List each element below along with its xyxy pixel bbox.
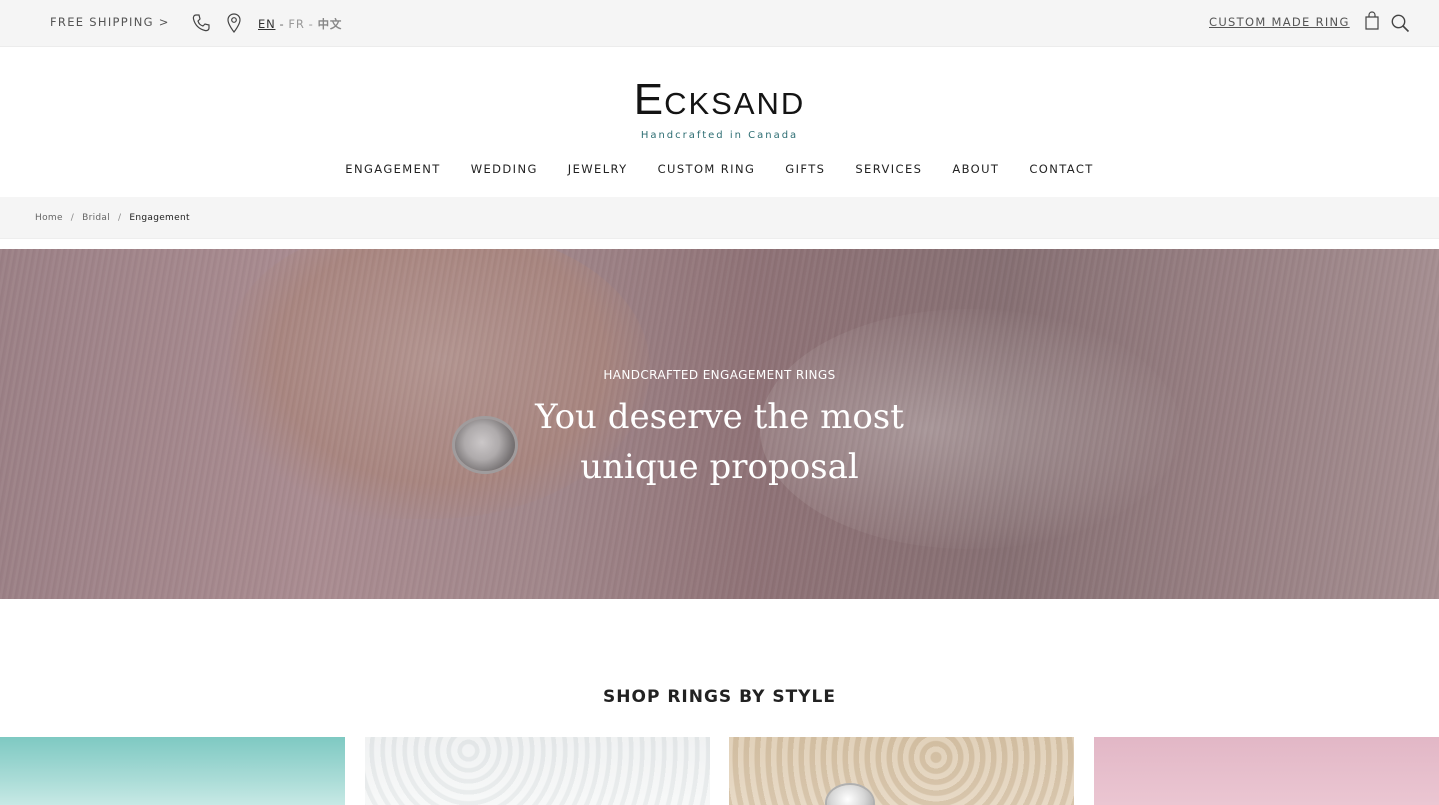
nav-services[interactable]: SERVICES: [840, 162, 937, 176]
style-tile[interactable]: [365, 737, 710, 805]
breadcrumb-home[interactable]: Home: [35, 213, 63, 223]
tile-texture: [365, 737, 710, 805]
phone-icon[interactable]: [190, 12, 212, 34]
lang-separator: -: [279, 17, 285, 31]
brand-initial: E: [633, 75, 665, 124]
lang-fr[interactable]: FR: [288, 17, 304, 31]
shopping-bag-icon[interactable]: [1362, 10, 1384, 32]
hero-heading: You deserve the most unique proposal: [0, 392, 1439, 492]
style-tile[interactable]: [729, 737, 1074, 805]
hero-heading-line-2: unique proposal: [580, 447, 859, 487]
nav-gifts[interactable]: GIFTS: [770, 162, 840, 176]
brand-rest: CKSAND: [664, 86, 806, 121]
language-switcher: EN - FR - 中文: [258, 16, 342, 32]
free-shipping-link[interactable]: FREE SHIPPING >: [50, 15, 170, 29]
lang-separator: -: [308, 17, 314, 31]
breadcrumb-separator: /: [70, 213, 75, 223]
section-title: SHOP RINGS BY STYLE: [603, 687, 836, 707]
breadcrumb-current: Engagement: [129, 213, 190, 223]
custom-made-ring-link[interactable]: CUSTOM MADE RING: [1209, 15, 1350, 29]
lang-zh[interactable]: 中文: [318, 17, 343, 31]
brand-tagline: Handcrafted in Canada: [640, 130, 799, 141]
breadcrumb-separator: /: [118, 213, 122, 223]
nav-jewelry[interactable]: JEWELRY: [553, 162, 643, 176]
tile-texture: [729, 737, 1074, 805]
search-icon[interactable]: [1389, 12, 1411, 34]
brand-wordmark: ECKSAND: [0, 78, 1439, 126]
brand-logo[interactable]: ECKSAND Handcrafted in Canada: [0, 78, 1439, 142]
nav-about[interactable]: ABOUT: [937, 162, 1014, 176]
style-tile[interactable]: [1094, 737, 1439, 805]
hero-eyebrow: HANDCRAFTED ENGAGEMENT RINGS: [603, 368, 836, 382]
style-tiles: [0, 737, 1439, 805]
breadcrumb: Home / Bridal / Engagement: [0, 197, 1439, 239]
nav-custom-ring[interactable]: CUSTOM RING: [643, 162, 771, 176]
map-pin-icon[interactable]: [223, 12, 245, 34]
hero-heading-line-1: You deserve the most: [535, 397, 904, 437]
main-navigation: ENGAGEMENT WEDDING JEWELRY CUSTOM RING G…: [0, 162, 1439, 176]
nav-wedding[interactable]: WEDDING: [456, 162, 553, 176]
style-tile[interactable]: [0, 737, 345, 805]
nav-contact[interactable]: CONTACT: [1014, 162, 1108, 176]
nav-engagement[interactable]: ENGAGEMENT: [330, 162, 455, 176]
breadcrumb-bridal[interactable]: Bridal: [82, 213, 110, 223]
lang-en[interactable]: EN: [258, 17, 275, 31]
top-utility-bar: FREE SHIPPING > EN - FR - 中文 CUSTOM MADE RIN…: [0, 0, 1439, 47]
hero-banner: HANDCRAFTED ENGAGEMENT RINGS You deserve…: [0, 249, 1439, 599]
